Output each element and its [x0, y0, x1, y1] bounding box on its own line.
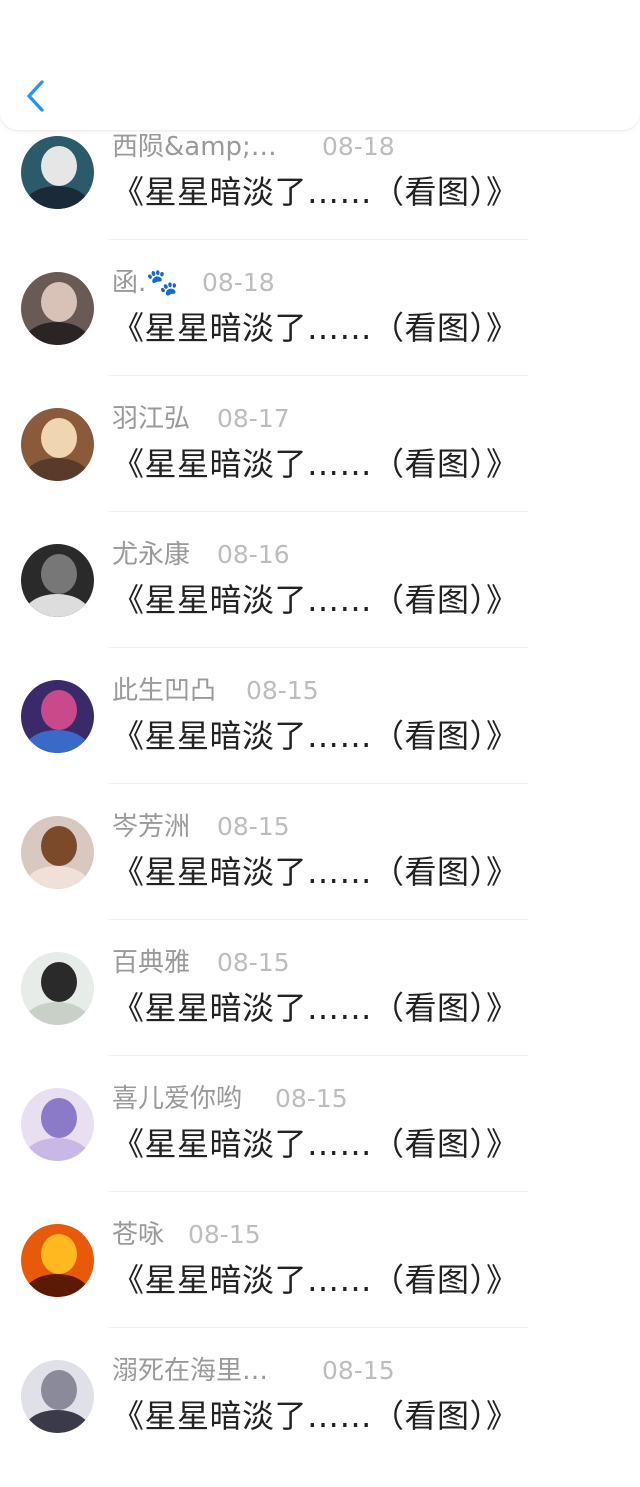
post-title[interactable]: 《星星暗淡了……（看图）》 — [112, 712, 519, 760]
post-date: 08-15 — [188, 1220, 261, 1249]
post-title[interactable]: 《星星暗淡了……（看图）》 — [112, 1120, 519, 1168]
author-name[interactable]: 喜儿爱你哟 — [112, 1080, 242, 1118]
post-date: 08-15 — [217, 812, 290, 841]
author-name[interactable]: 尤永康 — [112, 536, 190, 574]
post-date: 08-18 — [322, 132, 395, 161]
post-date: 08-16 — [217, 540, 290, 569]
divider — [108, 1327, 528, 1328]
post-title[interactable]: 《星星暗淡了……（看图）》 — [112, 1256, 519, 1304]
author-name[interactable]: 溺死在海里… — [112, 1352, 268, 1390]
avatar[interactable] — [21, 272, 94, 345]
author-name[interactable]: 百典雅 — [112, 944, 190, 982]
avatar[interactable] — [21, 680, 94, 753]
list-item[interactable]: 溺死在海里… 08-15 《星星暗淡了……（看图）》 — [0, 1352, 640, 1487]
top-bar — [0, 0, 640, 130]
author-name[interactable]: 苍咏 — [112, 1216, 164, 1254]
avatar[interactable] — [21, 544, 94, 617]
avatar[interactable] — [21, 136, 94, 209]
post-title[interactable]: 《星星暗淡了……（看图）》 — [112, 440, 519, 488]
avatar[interactable] — [21, 408, 94, 481]
post-date: 08-15 — [217, 948, 290, 977]
chevron-left-icon — [27, 80, 44, 112]
post-title[interactable]: 《星星暗淡了……（看图）》 — [112, 848, 519, 896]
divider — [108, 1055, 528, 1056]
list-item[interactable]: 西陨&amp;… 08-18 《星星暗淡了……（看图）》 — [0, 128, 640, 263]
divider — [108, 239, 528, 240]
post-title[interactable]: 《星星暗淡了……（看图）》 — [112, 984, 519, 1032]
post-date: 08-15 — [322, 1356, 395, 1385]
post-title[interactable]: 《星星暗淡了……（看图）》 — [112, 1392, 519, 1440]
divider — [108, 1191, 528, 1192]
post-title[interactable]: 《星星暗淡了……（看图）》 — [112, 168, 519, 216]
author-name[interactable]: 西陨&amp;… — [112, 128, 277, 166]
post-date: 08-15 — [246, 676, 319, 705]
list-item[interactable]: 苍咏 08-15 《星星暗淡了……（看图）》 — [0, 1216, 640, 1351]
list-item[interactable]: 羽江弘 08-17 《星星暗淡了……（看图）》 — [0, 400, 640, 535]
author-name[interactable]: 此生凹凸 — [112, 672, 216, 710]
list-item[interactable]: 喜儿爱你哟 08-15 《星星暗淡了……（看图）》 — [0, 1080, 640, 1215]
avatar[interactable] — [21, 1224, 94, 1297]
list-item[interactable]: 岑芳洲 08-15 《星星暗淡了……（看图）》 — [0, 808, 640, 943]
list-item[interactable]: 函.🐾 08-18 《星星暗淡了……（看图）》 — [0, 264, 640, 399]
list-item[interactable]: 尤永康 08-16 《星星暗淡了……（看图）》 — [0, 536, 640, 671]
post-title[interactable]: 《星星暗淡了……（看图）》 — [112, 576, 519, 624]
avatar[interactable] — [21, 1360, 94, 1433]
divider — [108, 919, 528, 920]
back-button[interactable] — [18, 76, 52, 116]
divider — [108, 375, 528, 376]
avatar[interactable] — [21, 816, 94, 889]
divider — [108, 511, 528, 512]
avatar[interactable] — [21, 1088, 94, 1161]
post-date: 08-15 — [275, 1084, 348, 1113]
author-name[interactable]: 函.🐾 — [112, 264, 179, 302]
list-item[interactable]: 此生凹凸 08-15 《星星暗淡了……（看图）》 — [0, 672, 640, 807]
post-date: 08-17 — [217, 404, 290, 433]
author-name[interactable]: 羽江弘 — [112, 400, 190, 438]
post-title[interactable]: 《星星暗淡了……（看图）》 — [112, 304, 519, 352]
divider — [108, 647, 528, 648]
author-name[interactable]: 岑芳洲 — [112, 808, 190, 846]
post-date: 08-18 — [202, 268, 275, 297]
divider — [108, 783, 528, 784]
avatar[interactable] — [21, 952, 94, 1025]
list-item[interactable]: 百典雅 08-15 《星星暗淡了……（看图）》 — [0, 944, 640, 1079]
